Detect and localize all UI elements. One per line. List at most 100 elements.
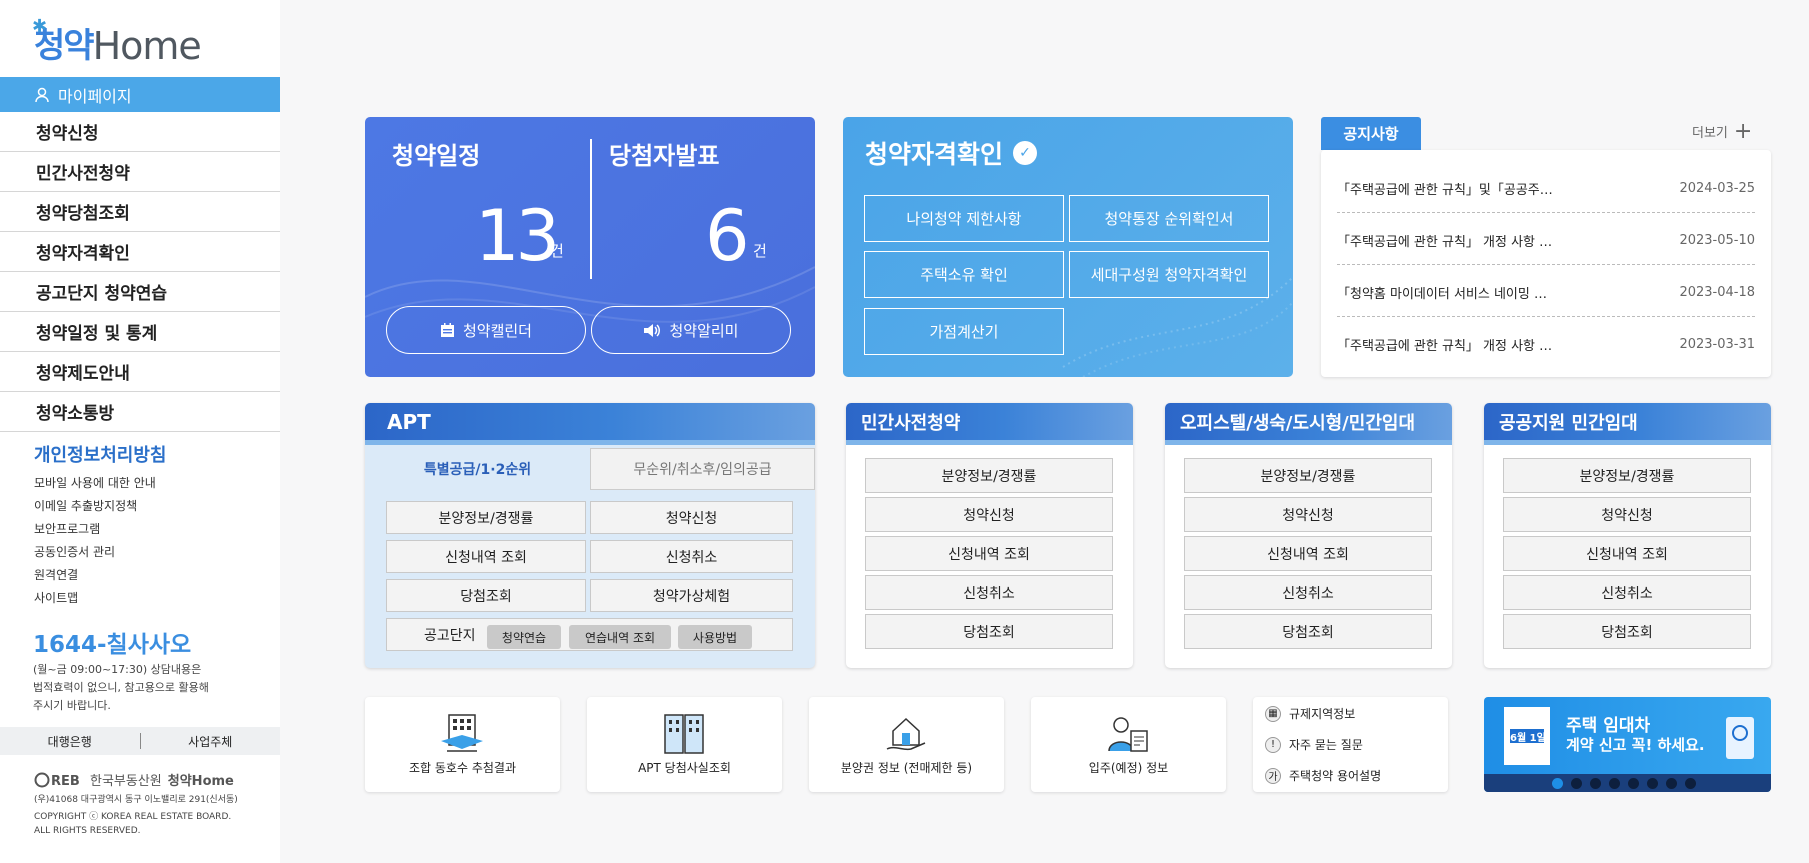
panel-button[interactable]: 청약신청 bbox=[865, 497, 1113, 532]
notice-item[interactable]: 「주택공급에 관한 규칙」 개정 사항 … 2023-03-31 bbox=[1337, 318, 1755, 370]
panel-button[interactable]: 청약신청 bbox=[1503, 497, 1751, 532]
pager-dot[interactable] bbox=[1609, 777, 1620, 789]
address-line: COPYRIGHT ⓒ KOREA REAL ESTATE BOARD. bbox=[34, 812, 232, 822]
qual-button[interactable]: 세대구성원 청약자격확인 bbox=[1069, 251, 1269, 298]
apt-button[interactable]: 신청내역 조회 bbox=[386, 540, 586, 573]
alarm-button[interactable]: 청약알리미 bbox=[591, 306, 791, 354]
panel-button[interactable]: 분양정보/경쟁률 bbox=[865, 458, 1113, 493]
notice-title: 「주택공급에 관한 규칙」 개정 사항 … bbox=[1337, 338, 1553, 354]
notice-item[interactable]: 「주택공급에 관한 규칙」및「공공주… 2024-03-25 bbox=[1337, 162, 1755, 214]
tile-label: APT 당첨사실조회 bbox=[638, 761, 731, 775]
practice-button[interactable]: 청약연습 bbox=[487, 625, 561, 649]
qual-button[interactable]: 청약통장 순위확인서 bbox=[1069, 195, 1269, 242]
schedule-count[interactable]: 13 bbox=[475, 195, 560, 277]
privacy-policy-link[interactable]: 개인정보처리방침 bbox=[34, 441, 166, 467]
qual-button[interactable]: 가점계산기 bbox=[864, 308, 1064, 355]
panel-title: 민간사전청약 bbox=[846, 403, 1133, 445]
house-hand-icon bbox=[886, 717, 926, 751]
footer-link[interactable]: 사이트맵 bbox=[34, 589, 78, 606]
tab-special-supply[interactable]: 특별공급/1·2순위 bbox=[365, 448, 590, 490]
mypage-link[interactable]: 마이페이지 bbox=[0, 77, 280, 112]
notice-title: 「주택공급에 관한 규칙」및「공공주… bbox=[1337, 182, 1553, 198]
notice-item[interactable]: 「주택공급에 관한 규칙」 개정 사항 … 2023-05-10 bbox=[1337, 214, 1755, 266]
nav-item[interactable]: 공고단지 청약연습 bbox=[0, 272, 280, 312]
panel-button[interactable]: 당첨조회 bbox=[865, 614, 1113, 649]
panel-button[interactable]: 신청취소 bbox=[1184, 575, 1432, 610]
tab-unranked-supply[interactable]: 무순위/취소후/임의공급 bbox=[590, 448, 815, 490]
panel-button[interactable]: 신청내역 조회 bbox=[1503, 536, 1751, 571]
qualification-card: 청약자격확인 ✓ 나의청약 제한사항 청약통장 순위확인서 주택소유 확인 세대… bbox=[843, 117, 1293, 377]
panel-title: 오피스텔/생숙/도시형/민간임대 bbox=[1165, 403, 1452, 445]
divider bbox=[1337, 316, 1755, 317]
winners-count[interactable]: 6 bbox=[705, 195, 750, 277]
pager-dot[interactable] bbox=[1628, 777, 1639, 789]
pager-dot[interactable] bbox=[1647, 777, 1658, 789]
logo[interactable]: ✱ 청약 Home bbox=[32, 16, 202, 66]
tile-presale-info[interactable]: 분양권 정보 (전매제한 등) bbox=[809, 697, 1004, 792]
pager-dot[interactable] bbox=[1552, 777, 1563, 789]
nav-item[interactable]: 청약일정 및 통계 bbox=[0, 312, 280, 352]
agency-bank-link[interactable]: 대행은행 bbox=[0, 733, 140, 750]
pager-dot[interactable] bbox=[1571, 777, 1582, 789]
footer-link[interactable]: 이메일 추출방지정책 bbox=[34, 497, 137, 514]
pager-dot[interactable] bbox=[1666, 777, 1677, 789]
schedule-title[interactable]: 청약일정 bbox=[392, 136, 480, 171]
business-owner-link[interactable]: 사업주체 bbox=[141, 733, 281, 750]
more-link[interactable]: 더보기 + bbox=[1692, 120, 1752, 142]
nav-item[interactable]: 청약신청 bbox=[0, 112, 280, 152]
nav-item[interactable]: 청약소통방 bbox=[0, 392, 280, 432]
footer-link[interactable]: 원격연결 bbox=[34, 566, 78, 583]
panel-button[interactable]: 분양정보/경쟁률 bbox=[1503, 458, 1751, 493]
apt-button[interactable]: 청약신청 bbox=[590, 501, 793, 534]
winners-title[interactable]: 당첨자발표 bbox=[609, 136, 719, 171]
apt-button[interactable]: 신청취소 bbox=[590, 540, 793, 573]
panel-button[interactable]: 분양정보/경쟁률 bbox=[1184, 458, 1432, 493]
pager-dot[interactable] bbox=[1590, 777, 1601, 789]
promo-banner[interactable]: 6월 1일 주택 임대차 계약 신고 꼭! 하세요. bbox=[1484, 697, 1771, 792]
panel-button[interactable]: 당첨조회 bbox=[1184, 614, 1432, 649]
footer-link[interactable]: 보안프로그램 bbox=[34, 520, 100, 537]
tile-union-lottery[interactable]: 조합 동호수 추첨결과 bbox=[365, 697, 560, 792]
calendar-button[interactable]: 청약캘린더 bbox=[386, 306, 586, 354]
banner-date: 6월 1일 bbox=[1510, 733, 1546, 744]
speaker-icon bbox=[644, 323, 661, 337]
glossary-link[interactable]: 가 주택청약 용어설명 bbox=[1265, 767, 1381, 784]
footer-link[interactable]: 모바일 사용에 대한 안내 bbox=[34, 474, 156, 491]
panel-button[interactable]: 신청내역 조회 bbox=[865, 536, 1113, 571]
quick-links: ▦ 규제지역정보 ! 자주 묻는 질문 가 주택청약 용어설명 bbox=[1253, 697, 1448, 792]
divider bbox=[590, 139, 592, 279]
check-icon: ✓ bbox=[1013, 141, 1038, 165]
alarm-label: 청약알리미 bbox=[669, 321, 739, 340]
regulated-area-link[interactable]: ▦ 규제지역정보 bbox=[1265, 705, 1355, 722]
qual-button[interactable]: 주택소유 확인 bbox=[864, 251, 1064, 298]
apt-button[interactable]: 분양정보/경쟁률 bbox=[386, 501, 586, 534]
panel-button[interactable]: 당첨조회 bbox=[1503, 614, 1751, 649]
practice-label: 공고단지 bbox=[424, 627, 476, 644]
reb-icon: REB bbox=[34, 772, 80, 788]
qual-button[interactable]: 나의청약 제한사항 bbox=[864, 195, 1064, 242]
nav-item[interactable]: 청약자격확인 bbox=[0, 232, 280, 272]
pager-dot[interactable] bbox=[1685, 777, 1696, 789]
panel-button[interactable]: 신청내역 조회 bbox=[1184, 536, 1432, 571]
panel-button[interactable]: 신청취소 bbox=[1503, 575, 1751, 610]
panel-button[interactable]: 청약신청 bbox=[1184, 497, 1432, 532]
notice-item[interactable]: 「청약홈 마이데이터 서비스 네이밍 … 2023-04-18 bbox=[1337, 266, 1755, 318]
nav-item[interactable]: 청약당첨조회 bbox=[0, 192, 280, 232]
pre-subscription-panel: 민간사전청약 분양정보/경쟁률 청약신청 신청내역 조회 신청취소 당첨조회 bbox=[846, 403, 1133, 668]
nav-item[interactable]: 민간사전청약 bbox=[0, 152, 280, 192]
practice-history-button[interactable]: 연습내역 조회 bbox=[569, 625, 671, 649]
notice-tab[interactable]: 공지사항 bbox=[1321, 117, 1421, 150]
tile-apt-winner-check[interactable]: APT 당첨사실조회 bbox=[587, 697, 782, 792]
apt-button[interactable]: 당첨조회 bbox=[386, 579, 586, 612]
notice-list: 「주택공급에 관한 규칙」및「공공주… 2024-03-25 「주택공급에 관한 … bbox=[1321, 150, 1771, 377]
apt-button[interactable]: 청약가상체험 bbox=[590, 579, 793, 612]
winners-unit: 건 bbox=[753, 242, 767, 260]
footer-link[interactable]: 공동인증서 관리 bbox=[34, 543, 115, 560]
banner-line1: 주택 임대차 bbox=[1566, 716, 1651, 736]
practice-howto-button[interactable]: 사용방법 bbox=[678, 625, 752, 649]
notice-title: 「주택공급에 관한 규칙」 개정 사항 … bbox=[1337, 234, 1553, 250]
nav-item[interactable]: 청약제도안내 bbox=[0, 352, 280, 392]
panel-button[interactable]: 신청취소 bbox=[865, 575, 1113, 610]
tile-movein-info[interactable]: 입주(예정) 정보 bbox=[1031, 697, 1226, 792]
faq-link[interactable]: ! 자주 묻는 질문 bbox=[1265, 736, 1363, 753]
